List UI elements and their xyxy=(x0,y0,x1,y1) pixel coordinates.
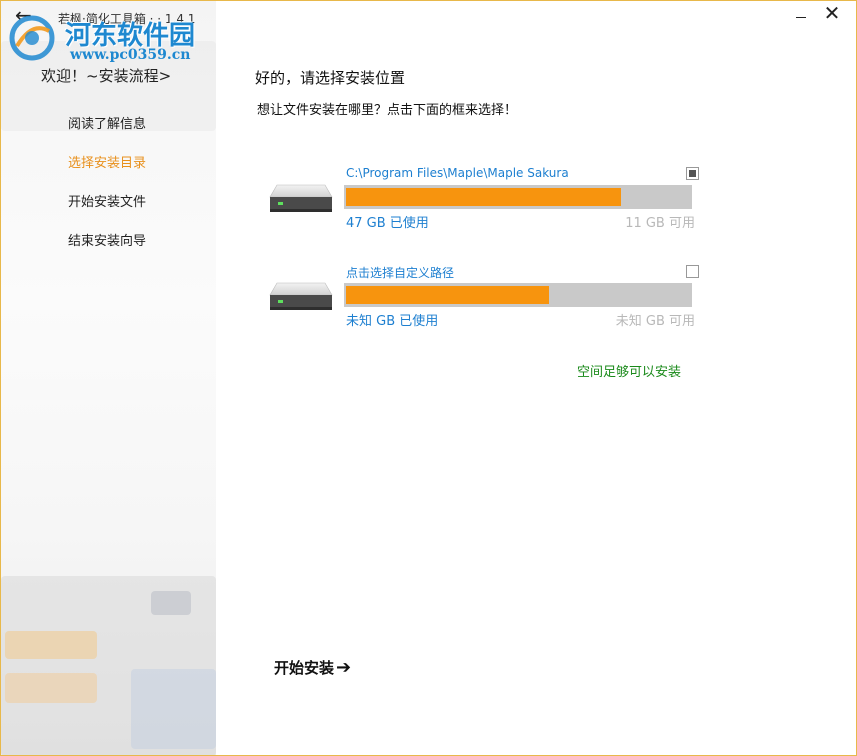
page-subtitle: 想让文件安装在哪里？点击下面的框来选择！ xyxy=(257,103,518,118)
status-message: 空间足够可以安装 xyxy=(577,365,682,380)
custom-path-link[interactable]: 点击选择自定义路径 xyxy=(346,264,454,281)
welcome-heading: 欢迎！~安装流程> xyxy=(41,67,172,85)
drive-checkbox[interactable] xyxy=(686,265,699,278)
used-space-label: 47 GB 已使用 xyxy=(346,216,429,231)
usage-bar-fill xyxy=(346,286,549,304)
start-install-button[interactable]: 开始安装 ➔ xyxy=(274,657,351,678)
sidebar-blur xyxy=(131,669,216,749)
watermark-url: www.pc0359.cn xyxy=(70,47,191,63)
watermark: 河东软件园 www.pc0359.cn xyxy=(7,13,216,65)
sidebar: ← 若枫·简化工具箱 · · 1.4.1 河东软件园 www.pc0359.cn… xyxy=(1,1,216,755)
watermark-logo-icon xyxy=(9,15,55,61)
sidebar-blur xyxy=(5,631,97,659)
step-finish-wizard[interactable]: 结束安装向导 xyxy=(68,233,146,272)
hard-drive-icon xyxy=(269,282,333,310)
installer-window: ← 若枫·简化工具箱 · · 1.4.1 河东软件园 www.pc0359.cn… xyxy=(0,0,857,756)
free-space-label: 11 GB 可用 xyxy=(625,216,695,231)
usage-bar-fill xyxy=(346,188,621,206)
drive-checkbox[interactable] xyxy=(686,167,699,180)
step-list: 阅读了解信息 选择安装目录 开始安装文件 结束安装向导 xyxy=(68,116,146,272)
sidebar-blur xyxy=(151,591,191,615)
page-title: 好的，请选择安装位置 xyxy=(255,69,406,87)
minimize-button[interactable] xyxy=(791,7,815,27)
step-select-directory[interactable]: 选择安装目录 xyxy=(68,155,146,194)
used-space-label: 未知 GB 已使用 xyxy=(346,314,439,329)
step-read-info[interactable]: 阅读了解信息 xyxy=(68,116,146,155)
drive-path-link[interactable]: C:\Program Files\Maple\Maple Sakura xyxy=(346,166,569,180)
usage-bar[interactable] xyxy=(344,283,692,307)
sidebar-blur xyxy=(5,673,97,703)
usage-bar[interactable] xyxy=(344,185,692,209)
hard-drive-icon xyxy=(269,184,333,212)
start-install-label: 开始安装 xyxy=(274,659,335,677)
arrow-right-icon: ➔ xyxy=(336,657,352,678)
free-space-label: 未知 GB 可用 xyxy=(615,314,695,329)
close-button[interactable]: ✕ xyxy=(821,1,843,25)
step-install-files[interactable]: 开始安装文件 xyxy=(68,194,146,233)
